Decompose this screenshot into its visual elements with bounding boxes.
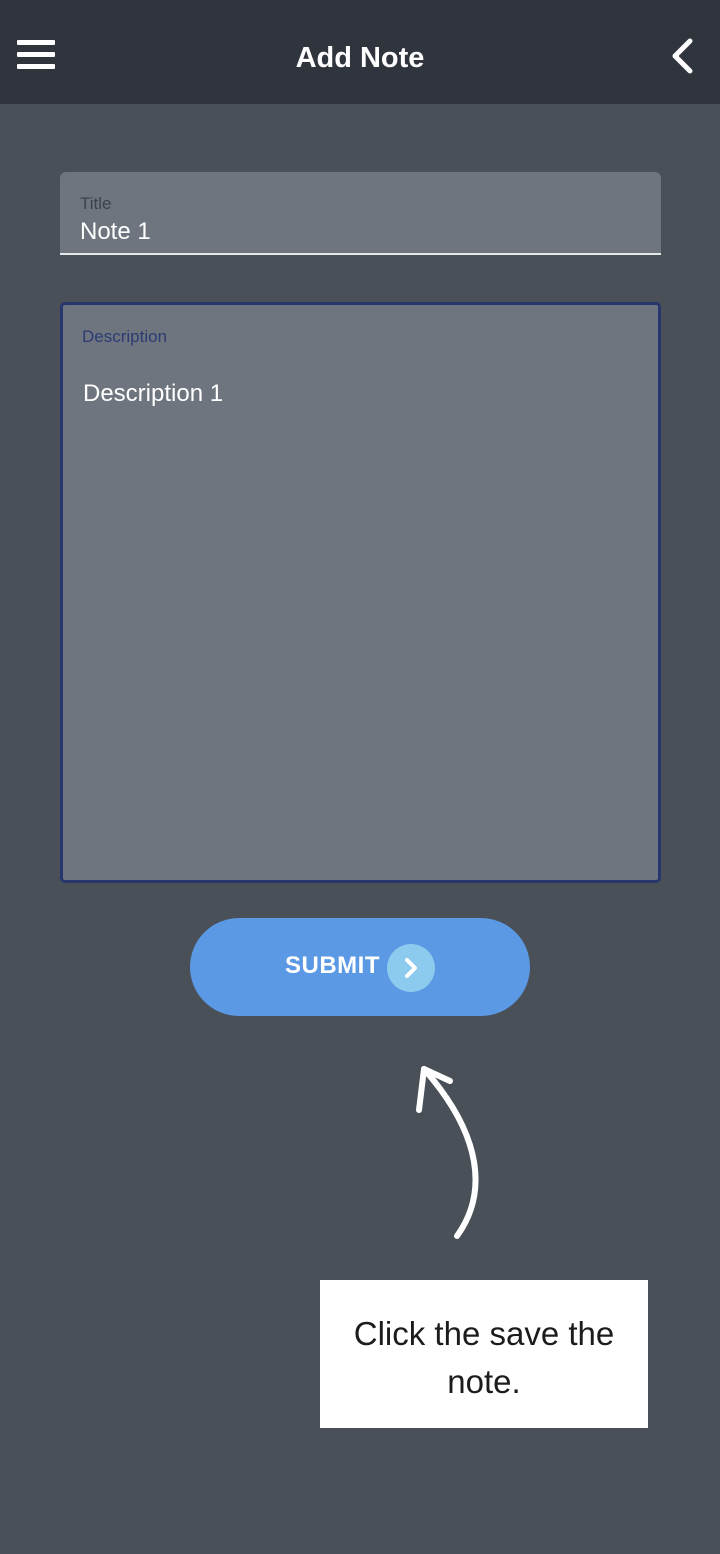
title-field-label: Title [80, 194, 112, 213]
description-field-label: Description [82, 327, 168, 346]
title-field-value[interactable]: Note 1 [80, 218, 151, 246]
submit-button[interactable]: SUBMIT [190, 918, 530, 1016]
title-field[interactable]: Title Note 1 [60, 172, 661, 255]
submit-button-label: SUBMIT [285, 952, 380, 979]
instruction-callout: Click the save the note. [320, 1280, 648, 1428]
app-bar: Add Note [0, 0, 720, 104]
page-title: Add Note [295, 42, 425, 74]
curved-arrow-icon [416, 1066, 479, 1239]
instruction-text: Click the save the note. [353, 1315, 615, 1400]
description-field-value[interactable]: Description 1 [83, 380, 223, 408]
description-field[interactable]: Description Description 1 [60, 302, 661, 883]
chevron-right-circle-icon [387, 944, 435, 992]
chevron-left-icon[interactable] [664, 36, 704, 76]
